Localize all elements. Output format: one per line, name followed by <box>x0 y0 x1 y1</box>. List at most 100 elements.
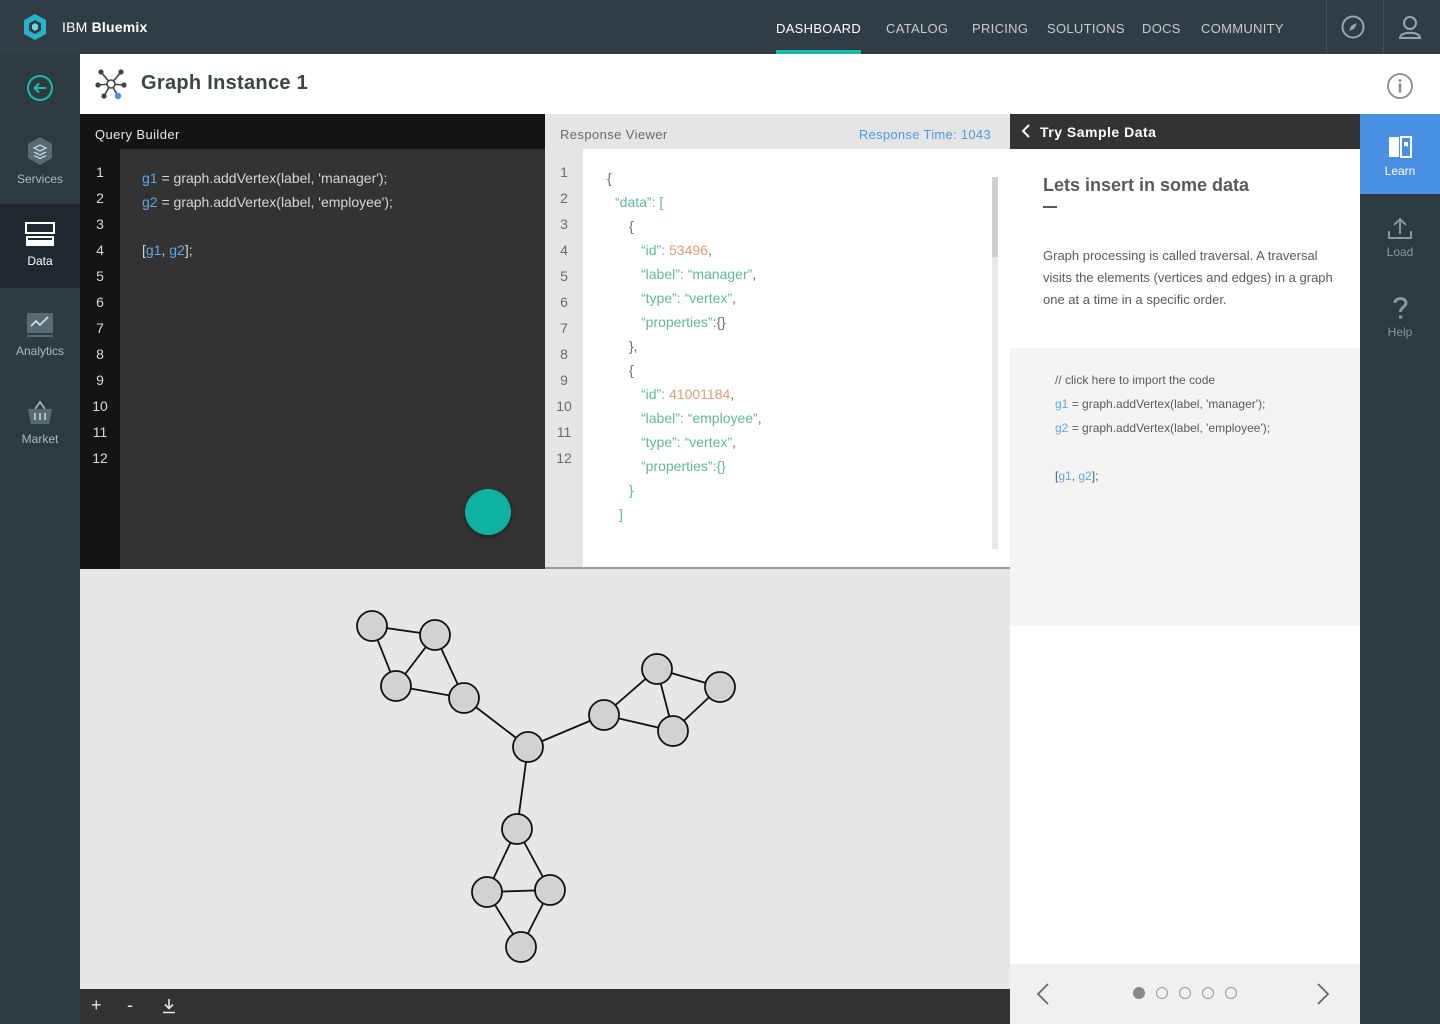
page-dot[interactable] <box>1225 987 1237 999</box>
chevron-left-icon[interactable] <box>1020 124 1032 138</box>
nav-analytics[interactable]: Analytics <box>0 312 80 396</box>
book-icon <box>1389 136 1412 158</box>
rail-help[interactable]: Help <box>1360 274 1440 354</box>
zoom-out-button[interactable]: - <box>127 995 133 1016</box>
line-number: 11 <box>556 424 572 440</box>
json-line: “label”: “manager”, <box>641 266 756 282</box>
user-icon[interactable] <box>1397 14 1423 40</box>
graph-node[interactable] <box>505 931 537 963</box>
graph-node[interactable] <box>657 715 689 747</box>
graph-node[interactable] <box>419 619 451 651</box>
line-number: 1 <box>560 164 568 180</box>
code-var: g2 <box>169 242 185 258</box>
nav-solutions[interactable]: SOLUTIONS <box>1047 0 1125 54</box>
graph-node[interactable] <box>380 670 412 702</box>
page-dot[interactable] <box>1133 987 1145 999</box>
json-string: “employee” <box>687 410 758 426</box>
json-key: “data” <box>615 194 652 210</box>
nav-analytics-label: Analytics <box>15 344 65 358</box>
zoom-in-button[interactable]: + <box>91 995 102 1016</box>
chart-icon <box>27 313 53 337</box>
graph-node[interactable] <box>501 813 533 845</box>
json-punct: : <box>676 290 685 306</box>
run-query-button[interactable] <box>465 489 511 535</box>
line-number: 6 <box>96 294 104 310</box>
line-number: 7 <box>560 320 568 336</box>
graph-node[interactable] <box>448 682 480 714</box>
code-var: g2 <box>1055 421 1069 435</box>
json-punct: : <box>679 410 688 426</box>
line-number: 6 <box>560 294 568 310</box>
nav-community[interactable]: COMMUNITY <box>1201 0 1284 54</box>
json-line: “label”: “employee”, <box>641 410 762 426</box>
brand-prefix: IBM <box>62 19 88 35</box>
graph-node[interactable] <box>534 874 566 906</box>
json-key: “id” <box>641 242 662 258</box>
graph-node[interactable] <box>471 876 503 908</box>
bluemix-logo-icon <box>24 14 46 40</box>
line-number: 12 <box>92 450 108 466</box>
nav-dashboard[interactable]: DASHBOARD <box>776 0 862 54</box>
line-number: 4 <box>96 242 104 258</box>
chevron-left-icon[interactable] <box>1036 982 1050 1006</box>
learn-panel: Try Sample Data Lets insert in some data… <box>1010 114 1360 1024</box>
line-number: 2 <box>96 190 104 206</box>
info-icon[interactable] <box>1386 72 1414 100</box>
code-line: g1 = graph.addVertex(label, 'manager'); <box>142 170 387 186</box>
graph-node[interactable] <box>641 653 673 685</box>
nav-catalog[interactable]: CATALOG <box>886 0 948 54</box>
json-punct: :{} <box>712 314 726 330</box>
json-line: }, <box>629 338 638 354</box>
nav-data[interactable]: Data <box>0 204 80 288</box>
graph-canvas[interactable] <box>80 569 1010 989</box>
graph-node[interactable] <box>704 671 736 703</box>
page-dot[interactable] <box>1179 987 1191 999</box>
json-key: “label” <box>641 410 680 426</box>
sample-code-block[interactable]: // click here to import the code g1 = gr… <box>1010 348 1360 626</box>
page-dot[interactable] <box>1156 987 1168 999</box>
line-number: 4 <box>560 242 568 258</box>
json-punct: , <box>757 410 762 426</box>
line-number: 12 <box>556 450 572 466</box>
arrow-left-circle-icon[interactable] <box>26 74 54 102</box>
page-header: Graph Instance 1 <box>80 54 1440 114</box>
chevron-right-icon[interactable] <box>1316 982 1330 1006</box>
json-punct: , <box>732 434 736 450</box>
json-punct: { <box>607 170 612 186</box>
json-key: “type” <box>641 290 677 306</box>
nav-pricing[interactable]: PRICING <box>972 0 1028 54</box>
graph-node[interactable] <box>512 731 544 763</box>
download-icon[interactable] <box>162 998 176 1014</box>
compass-icon[interactable] <box>1340 14 1366 40</box>
brand[interactable]: IBM Bluemix <box>20 11 147 43</box>
json-punct: , <box>730 386 735 402</box>
line-number: 8 <box>560 346 568 362</box>
line-number: 9 <box>560 372 568 388</box>
nav-docs[interactable]: DOCS <box>1142 0 1181 54</box>
scrollbar[interactable] <box>992 177 998 549</box>
scrollbar-thumb[interactable] <box>992 177 998 257</box>
code-var: g2 <box>142 194 158 210</box>
rail-learn[interactable]: Learn <box>1360 114 1440 194</box>
graph-node[interactable] <box>356 610 388 642</box>
nav-market[interactable]: Market <box>0 400 80 484</box>
heading-underline <box>1043 206 1057 208</box>
json-line: “properties”:{} <box>641 314 726 330</box>
graph-node[interactable] <box>588 699 620 731</box>
rail-load-label: Load <box>1386 245 1414 259</box>
json-line: “type”: “vertex”, <box>641 290 736 306</box>
graph-svg[interactable] <box>80 569 1010 989</box>
page-title: Graph Instance 1 <box>141 72 309 94</box>
page-dot[interactable] <box>1202 987 1214 999</box>
json-punct: : <box>679 266 688 282</box>
rail-load[interactable]: Load <box>1360 194 1440 274</box>
response-json[interactable]: { “data”: [ { “id”: 53496, “label”: “man… <box>583 149 1010 567</box>
response-viewer-header: Response Viewer Response Time: 1043 <box>545 114 1010 149</box>
code-var: g1 <box>142 170 158 186</box>
line-number: 5 <box>96 268 104 284</box>
json-line: “type”: “vertex”, <box>641 434 736 450</box>
line-number: 9 <box>96 372 104 388</box>
json-punct: ] <box>619 506 623 522</box>
json-number: 53496 <box>669 242 708 258</box>
line-number: 3 <box>560 216 568 232</box>
